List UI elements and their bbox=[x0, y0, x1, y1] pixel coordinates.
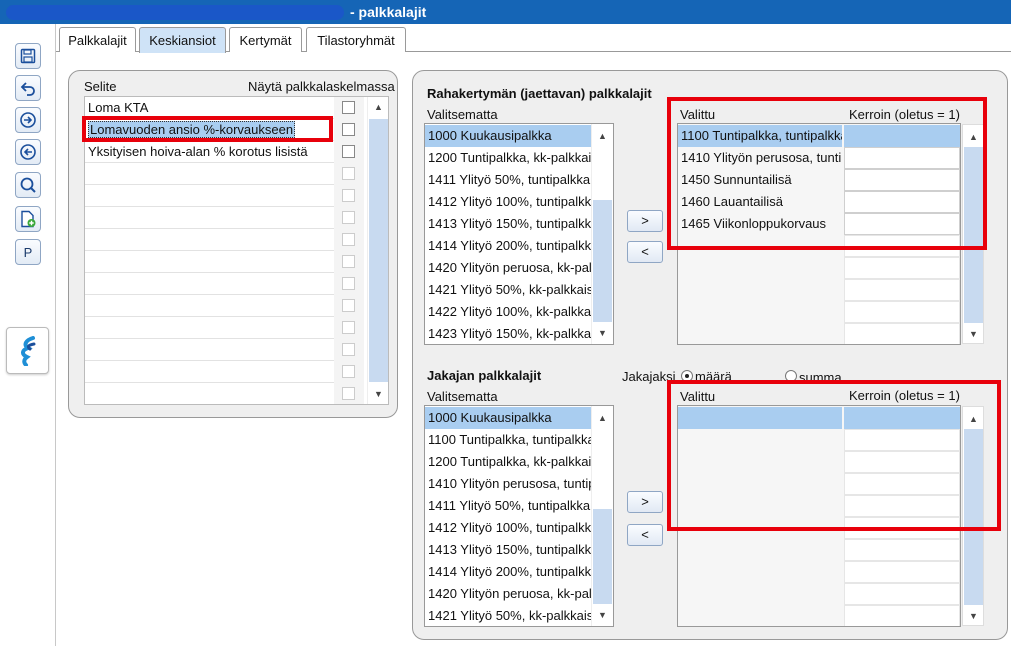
kerroin-input[interactable] bbox=[844, 561, 960, 583]
list-item[interactable]: 1413 Ylityö 150%, tuntipalkkaiset bbox=[425, 213, 591, 235]
tab-keskiansiot[interactable]: Keskiansiot bbox=[139, 27, 226, 53]
raha-valitsematta-scrollbar[interactable]: ▲ ▼ bbox=[591, 124, 613, 344]
jakaja-valitsematta-label: Valitsematta bbox=[427, 389, 498, 404]
scroll-up-icon[interactable]: ▲ bbox=[368, 97, 388, 117]
list-item[interactable]: 1420 Ylityön peruosa, kk-palkkaiset bbox=[425, 257, 591, 279]
list-item[interactable]: 1200 Tuntipalkka, kk-palkkaiset bbox=[425, 147, 591, 169]
selite-scrollbar[interactable]: ▲ ▼ bbox=[367, 97, 388, 404]
tab-tilastoryhmat[interactable]: Tilastoryhmät bbox=[306, 27, 406, 52]
nayta-checkbox[interactable] bbox=[342, 343, 355, 356]
nayta-checkbox[interactable] bbox=[342, 233, 355, 246]
kerroin-input[interactable] bbox=[844, 539, 960, 561]
tab-palkkalajit[interactable]: Palkkalajit bbox=[59, 27, 136, 52]
side-toolbar: P bbox=[0, 24, 56, 646]
undo-icon[interactable] bbox=[15, 75, 41, 101]
selite-header: Selite bbox=[84, 79, 117, 94]
jakaja-title: Jakajan palkkalajit bbox=[427, 368, 542, 383]
raha-valitsematta-list: 1000 Kuukausipalkka 1200 Tuntipalkka, kk… bbox=[424, 123, 614, 345]
app-logo-icon[interactable] bbox=[6, 327, 49, 374]
kerroin-input[interactable] bbox=[844, 323, 960, 344]
add-button[interactable]: > bbox=[627, 491, 663, 513]
nayta-checkbox[interactable] bbox=[342, 101, 355, 114]
kerroin-input[interactable] bbox=[844, 605, 960, 626]
kerroin-input[interactable] bbox=[844, 583, 960, 605]
list-item[interactable]: 1421 Ylityö 50%, kk-palkkaiset bbox=[425, 279, 591, 301]
p-button[interactable]: P bbox=[15, 239, 41, 265]
list-item[interactable]: 1414 Ylityö 200%, tuntipalkkaiset bbox=[425, 561, 591, 583]
list-item[interactable]: 1000 Kuukausipalkka bbox=[425, 125, 591, 147]
list-item[interactable]: 1410 Ylityön perusosa, tuntipalkkaiset bbox=[425, 473, 591, 495]
p-button-label: P bbox=[23, 244, 33, 260]
nayta-checkbox[interactable] bbox=[342, 123, 355, 136]
kerroin-input[interactable] bbox=[844, 279, 960, 301]
nayta-checkbox[interactable] bbox=[342, 299, 355, 312]
jakaja-valitsematta-scrollbar[interactable]: ▲ ▼ bbox=[591, 406, 613, 626]
nayta-checkbox[interactable] bbox=[342, 167, 355, 180]
nayta-checkbox[interactable] bbox=[342, 387, 355, 400]
list-item[interactable]: 1421 Ylityö 50%, kk-palkkaiset bbox=[425, 605, 591, 626]
nayta-checkbox[interactable] bbox=[342, 321, 355, 334]
list-item[interactable]: 1411 Ylityö 50%, tuntipalkkaiset bbox=[425, 169, 591, 191]
new-document-icon[interactable] bbox=[15, 206, 41, 232]
scroll-down-icon[interactable]: ▼ bbox=[592, 605, 613, 625]
remove-button[interactable]: < bbox=[627, 524, 663, 546]
highlight-box bbox=[82, 116, 333, 142]
list-item[interactable]: 1412 Ylityö 100%, tuntipalkkaiset bbox=[425, 517, 591, 539]
list-item[interactable]: 1200 Tuntipalkka, kk-palkkaiset bbox=[425, 451, 591, 473]
list-item[interactable]: 1412 Ylityö 100%, tuntipalkkaiset bbox=[425, 191, 591, 213]
list-item[interactable]: 1413 Ylityö 150%, tuntipalkkaiset bbox=[425, 539, 591, 561]
tab-bar: Palkkalajit Keskiansiot Kertymät Tilasto… bbox=[56, 24, 1011, 53]
redacted-title-area bbox=[6, 5, 344, 20]
save-icon[interactable] bbox=[15, 43, 41, 69]
raha-title: Rahakertymän (jaettavan) palkkalajit bbox=[427, 86, 652, 101]
highlight-box bbox=[667, 380, 1001, 531]
list-item[interactable]: 1100 Tuntipalkka, tuntipalkkaiset bbox=[425, 429, 591, 451]
scroll-down-icon[interactable]: ▼ bbox=[963, 606, 984, 626]
next-record-icon[interactable] bbox=[15, 107, 41, 133]
nayta-checkbox[interactable] bbox=[342, 211, 355, 224]
tab-kertymat[interactable]: Kertymät bbox=[229, 27, 302, 52]
selite-list: Loma KTA Lomavuoden ansio %-korvaukseen … bbox=[84, 96, 389, 405]
nayta-checkbox[interactable] bbox=[342, 189, 355, 202]
raha-valitsematta-label: Valitsematta bbox=[427, 107, 498, 122]
scroll-up-icon[interactable]: ▲ bbox=[592, 408, 613, 428]
nayta-checkbox[interactable] bbox=[342, 365, 355, 378]
window-title: - palkkalajit bbox=[350, 4, 427, 20]
scroll-down-icon[interactable]: ▼ bbox=[368, 384, 388, 404]
scroll-down-icon[interactable]: ▼ bbox=[963, 324, 984, 344]
list-item[interactable]: 1422 Ylityö 100%, kk-palkkaiset bbox=[425, 301, 591, 323]
jakaja-valitsematta-list: 1000 Kuukausipalkka 1100 Tuntipalkka, tu… bbox=[424, 405, 614, 627]
scroll-up-icon[interactable]: ▲ bbox=[592, 126, 613, 146]
search-icon[interactable] bbox=[15, 172, 41, 198]
kerroin-input[interactable] bbox=[844, 301, 960, 323]
remove-button[interactable]: < bbox=[627, 241, 663, 263]
list-item[interactable]: Yksityisen hoiva-alan % korotus lisistä bbox=[85, 141, 334, 163]
nayta-checkbox[interactable] bbox=[342, 145, 355, 158]
nayta-checkbox[interactable] bbox=[342, 255, 355, 268]
list-item[interactable]: 1420 Ylityön peruosa, kk-palkkaiset bbox=[425, 583, 591, 605]
previous-record-icon[interactable] bbox=[15, 139, 41, 165]
nayta-header: Näytä palkkalaskelmassa bbox=[248, 79, 395, 94]
list-item[interactable]: 1414 Ylityö 200%, tuntipalkkaiset bbox=[425, 235, 591, 257]
scroll-down-icon[interactable]: ▼ bbox=[592, 323, 613, 343]
nayta-checkbox[interactable] bbox=[342, 277, 355, 290]
list-item[interactable]: 1000 Kuukausipalkka bbox=[425, 407, 591, 429]
title-bar: - palkkalajit bbox=[0, 0, 1011, 24]
list-item[interactable]: 1423 Ylityö 150%, kk-palkkaiset bbox=[425, 323, 591, 344]
list-item[interactable]: 1411 Ylityö 50%, tuntipalkkaiset bbox=[425, 495, 591, 517]
add-button[interactable]: > bbox=[627, 210, 663, 232]
highlight-box bbox=[667, 97, 987, 250]
kerroin-input[interactable] bbox=[844, 257, 960, 279]
